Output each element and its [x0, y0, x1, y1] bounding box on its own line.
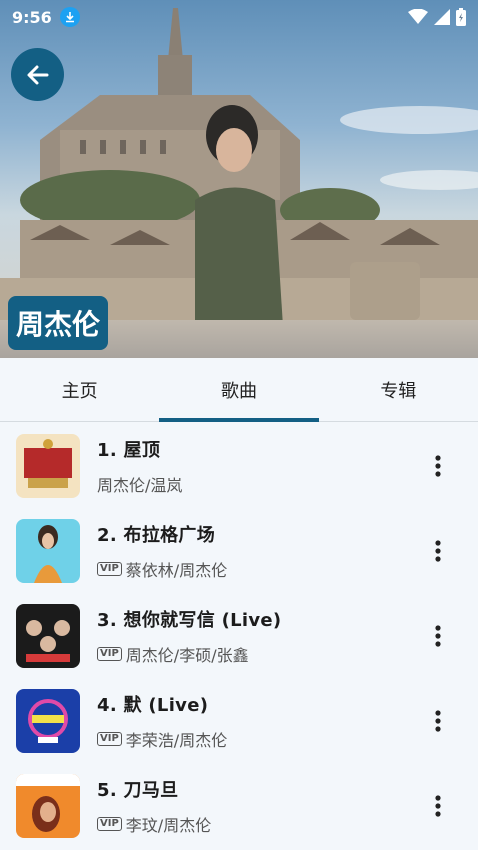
song-artists: 李玟/周杰伦	[125, 815, 212, 835]
tab-songs[interactable]: 歌曲	[159, 358, 319, 422]
more-options-button[interactable]	[418, 701, 458, 741]
song-title: 3. 想你就写信 (Live)	[97, 609, 282, 631]
more-vert-icon	[435, 624, 441, 647]
song-artists: 蔡依林/周杰伦	[125, 560, 228, 580]
more-vert-icon	[435, 794, 441, 817]
tab-home[interactable]: 主页	[0, 358, 159, 421]
vip-badge: VIP	[97, 731, 122, 746]
album-cover	[16, 773, 80, 838]
song-artists: 周杰伦/李硕/张鑫	[125, 645, 249, 665]
more-vert-icon	[435, 539, 441, 562]
back-button[interactable]	[11, 48, 64, 101]
vip-badge: VIP	[97, 561, 122, 576]
album-cover	[16, 433, 80, 498]
song-item[interactable]: 1. 屋顶 周杰伦/温岚	[0, 423, 478, 508]
more-options-button[interactable]	[418, 786, 458, 826]
status-time: 9:56	[12, 7, 52, 27]
song-title: 4. 默 (Live)	[97, 694, 209, 716]
song-item[interactable]: 3. 想你就写信 (Live) VIP 周杰伦/李硕/张鑫	[0, 593, 478, 678]
tab-bar: 主页 歌曲 专辑	[0, 358, 478, 422]
vip-badge: VIP	[97, 816, 122, 831]
song-item[interactable]: 4. 默 (Live) VIP 李荣浩/周杰伦	[0, 678, 478, 763]
vip-badge: VIP	[97, 646, 122, 661]
more-vert-icon	[435, 454, 441, 477]
more-options-button[interactable]	[418, 616, 458, 656]
song-title: 5. 刀马旦	[97, 779, 179, 801]
song-title: 1. 屋顶	[97, 439, 161, 461]
song-list: 1. 屋顶 周杰伦/温岚 2. 布拉格广场 VIP 蔡依林/周杰伦 3. 想你就…	[0, 423, 478, 848]
album-cover	[16, 688, 80, 753]
song-artists: 周杰伦/温岚	[97, 475, 183, 495]
song-artists: 李荣浩/周杰伦	[125, 730, 228, 750]
tab-albums[interactable]: 专辑	[319, 358, 478, 421]
battery-icon	[456, 8, 466, 26]
song-item[interactable]: 5. 刀马旦 VIP 李玟/周杰伦	[0, 763, 478, 848]
download-notification-icon	[59, 7, 80, 27]
album-cover	[16, 518, 80, 583]
arrow-left-icon	[27, 65, 48, 84]
signal-icon	[434, 9, 450, 25]
wifi-icon	[408, 9, 428, 24]
song-title: 2. 布拉格广场	[97, 524, 216, 546]
song-item[interactable]: 2. 布拉格广场 VIP 蔡依林/周杰伦	[0, 508, 478, 593]
more-vert-icon	[435, 709, 441, 732]
artist-name: 周杰伦	[8, 296, 109, 350]
album-cover	[16, 603, 80, 668]
status-bar: 9:56	[0, 0, 478, 34]
more-options-button[interactable]	[418, 446, 458, 486]
more-options-button[interactable]	[418, 531, 458, 571]
